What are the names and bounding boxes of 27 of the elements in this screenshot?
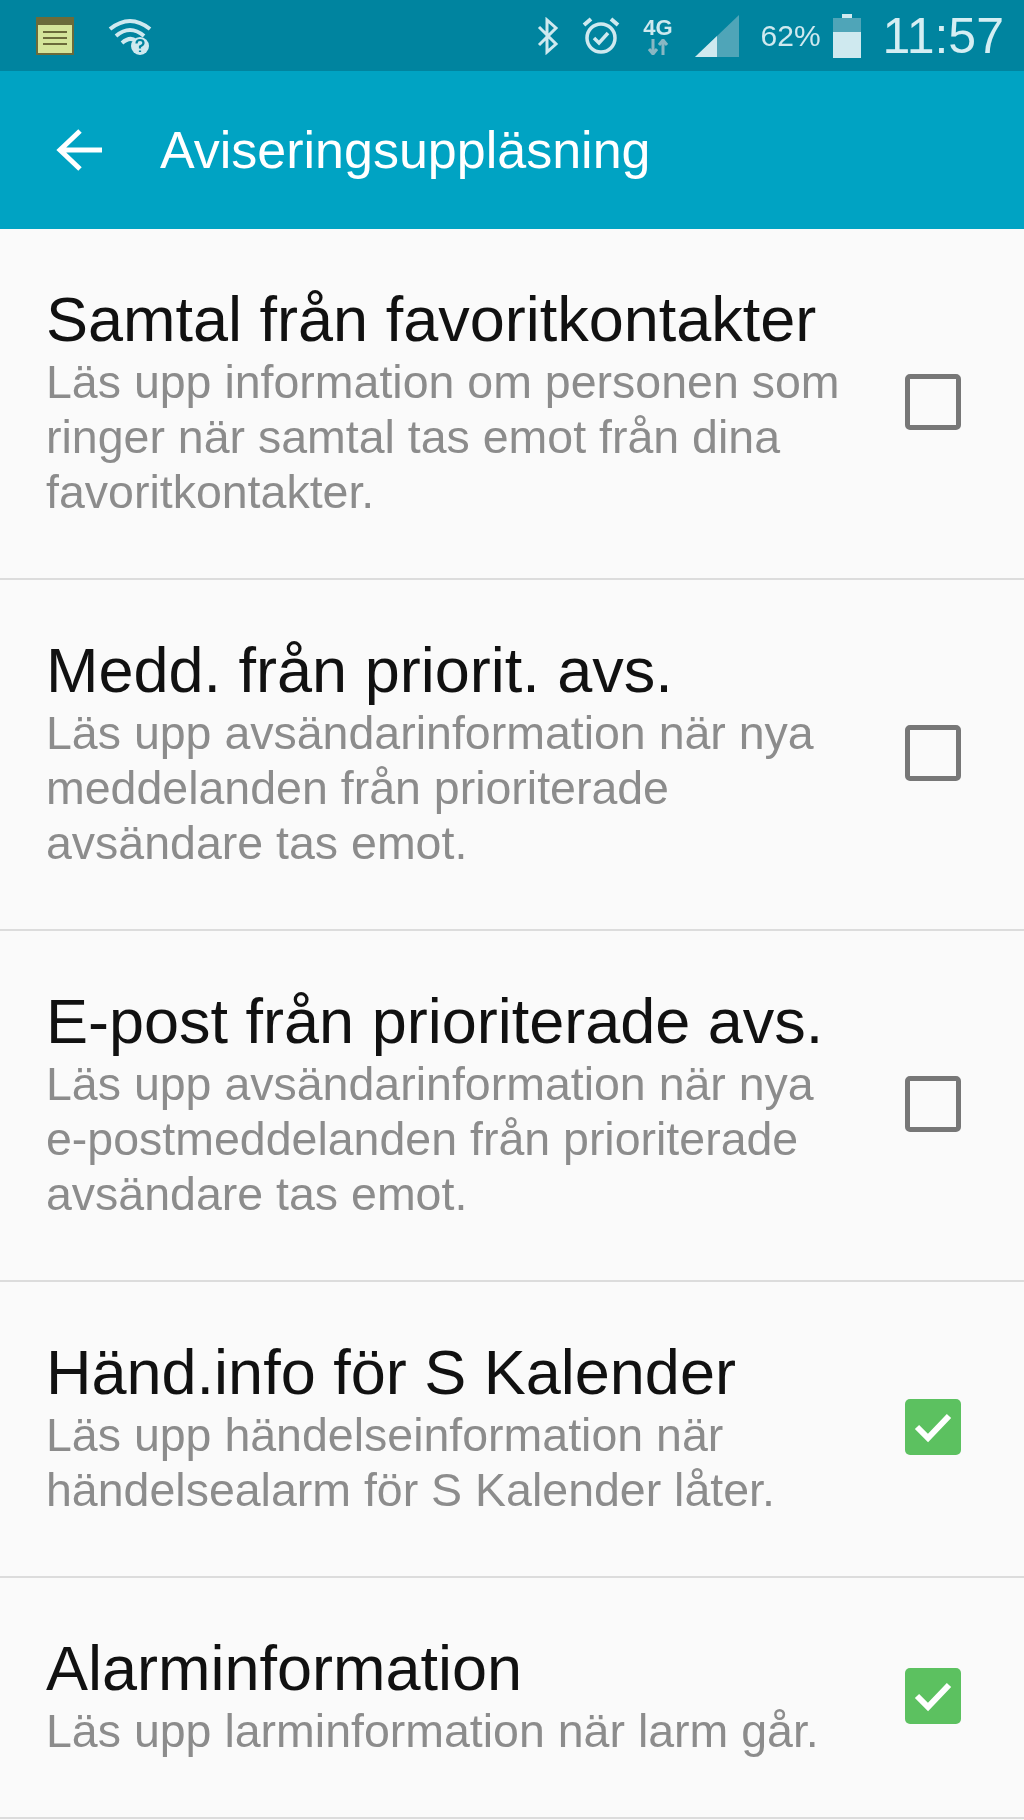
setting-description: Läs upp avsändarinformation när nya e-postmeddelanden från prioriterade avsändare tas emot.	[46, 1057, 815, 1222]
alarm-clock-icon	[581, 15, 622, 56]
setting-description: Läs upp avsändarinformation när nya meddelanden från prioriterade avsändare tas emot.	[46, 706, 815, 871]
network-type: 4G	[643, 16, 673, 39]
checkbox[interactable]	[905, 1075, 961, 1132]
setting-title: Alarminformation	[46, 1632, 524, 1704]
battery-icon	[832, 13, 861, 58]
setting-title: E-post från prioriterade avs.	[46, 985, 825, 1057]
checkbox[interactable]	[905, 1399, 961, 1455]
setting-description: Läs upp händelseinformation när händelsealarm för S Kalender låter.	[46, 1408, 776, 1518]
setting-title: Samtal från favoritkontakter	[46, 283, 818, 355]
setting-title: Medd. från priorit. avs.	[46, 634, 674, 706]
wifi-question-icon	[108, 16, 152, 55]
signal-icon	[694, 14, 739, 57]
setting-description: Läs upp larminformation när larm går.	[46, 1704, 820, 1759]
clock-time: 11:57	[882, 6, 1004, 65]
screen-title: Aviseringsuppläsning	[160, 120, 651, 180]
setting-description: Läs upp information om personen som ringer när samtal tas emot från dina favoritkontakter.	[46, 355, 841, 520]
checkbox[interactable]	[905, 724, 961, 781]
battery-percent: 62%	[760, 18, 821, 53]
checkbox[interactable]	[905, 373, 961, 430]
notepad-icon	[36, 16, 74, 55]
bluetooth-icon	[537, 16, 560, 55]
setting-title: Händ.info för S Kalender	[46, 1336, 737, 1408]
back-button[interactable]	[56, 128, 104, 172]
data-arrows-icon	[646, 38, 669, 55]
checkbox[interactable]	[905, 1667, 961, 1724]
